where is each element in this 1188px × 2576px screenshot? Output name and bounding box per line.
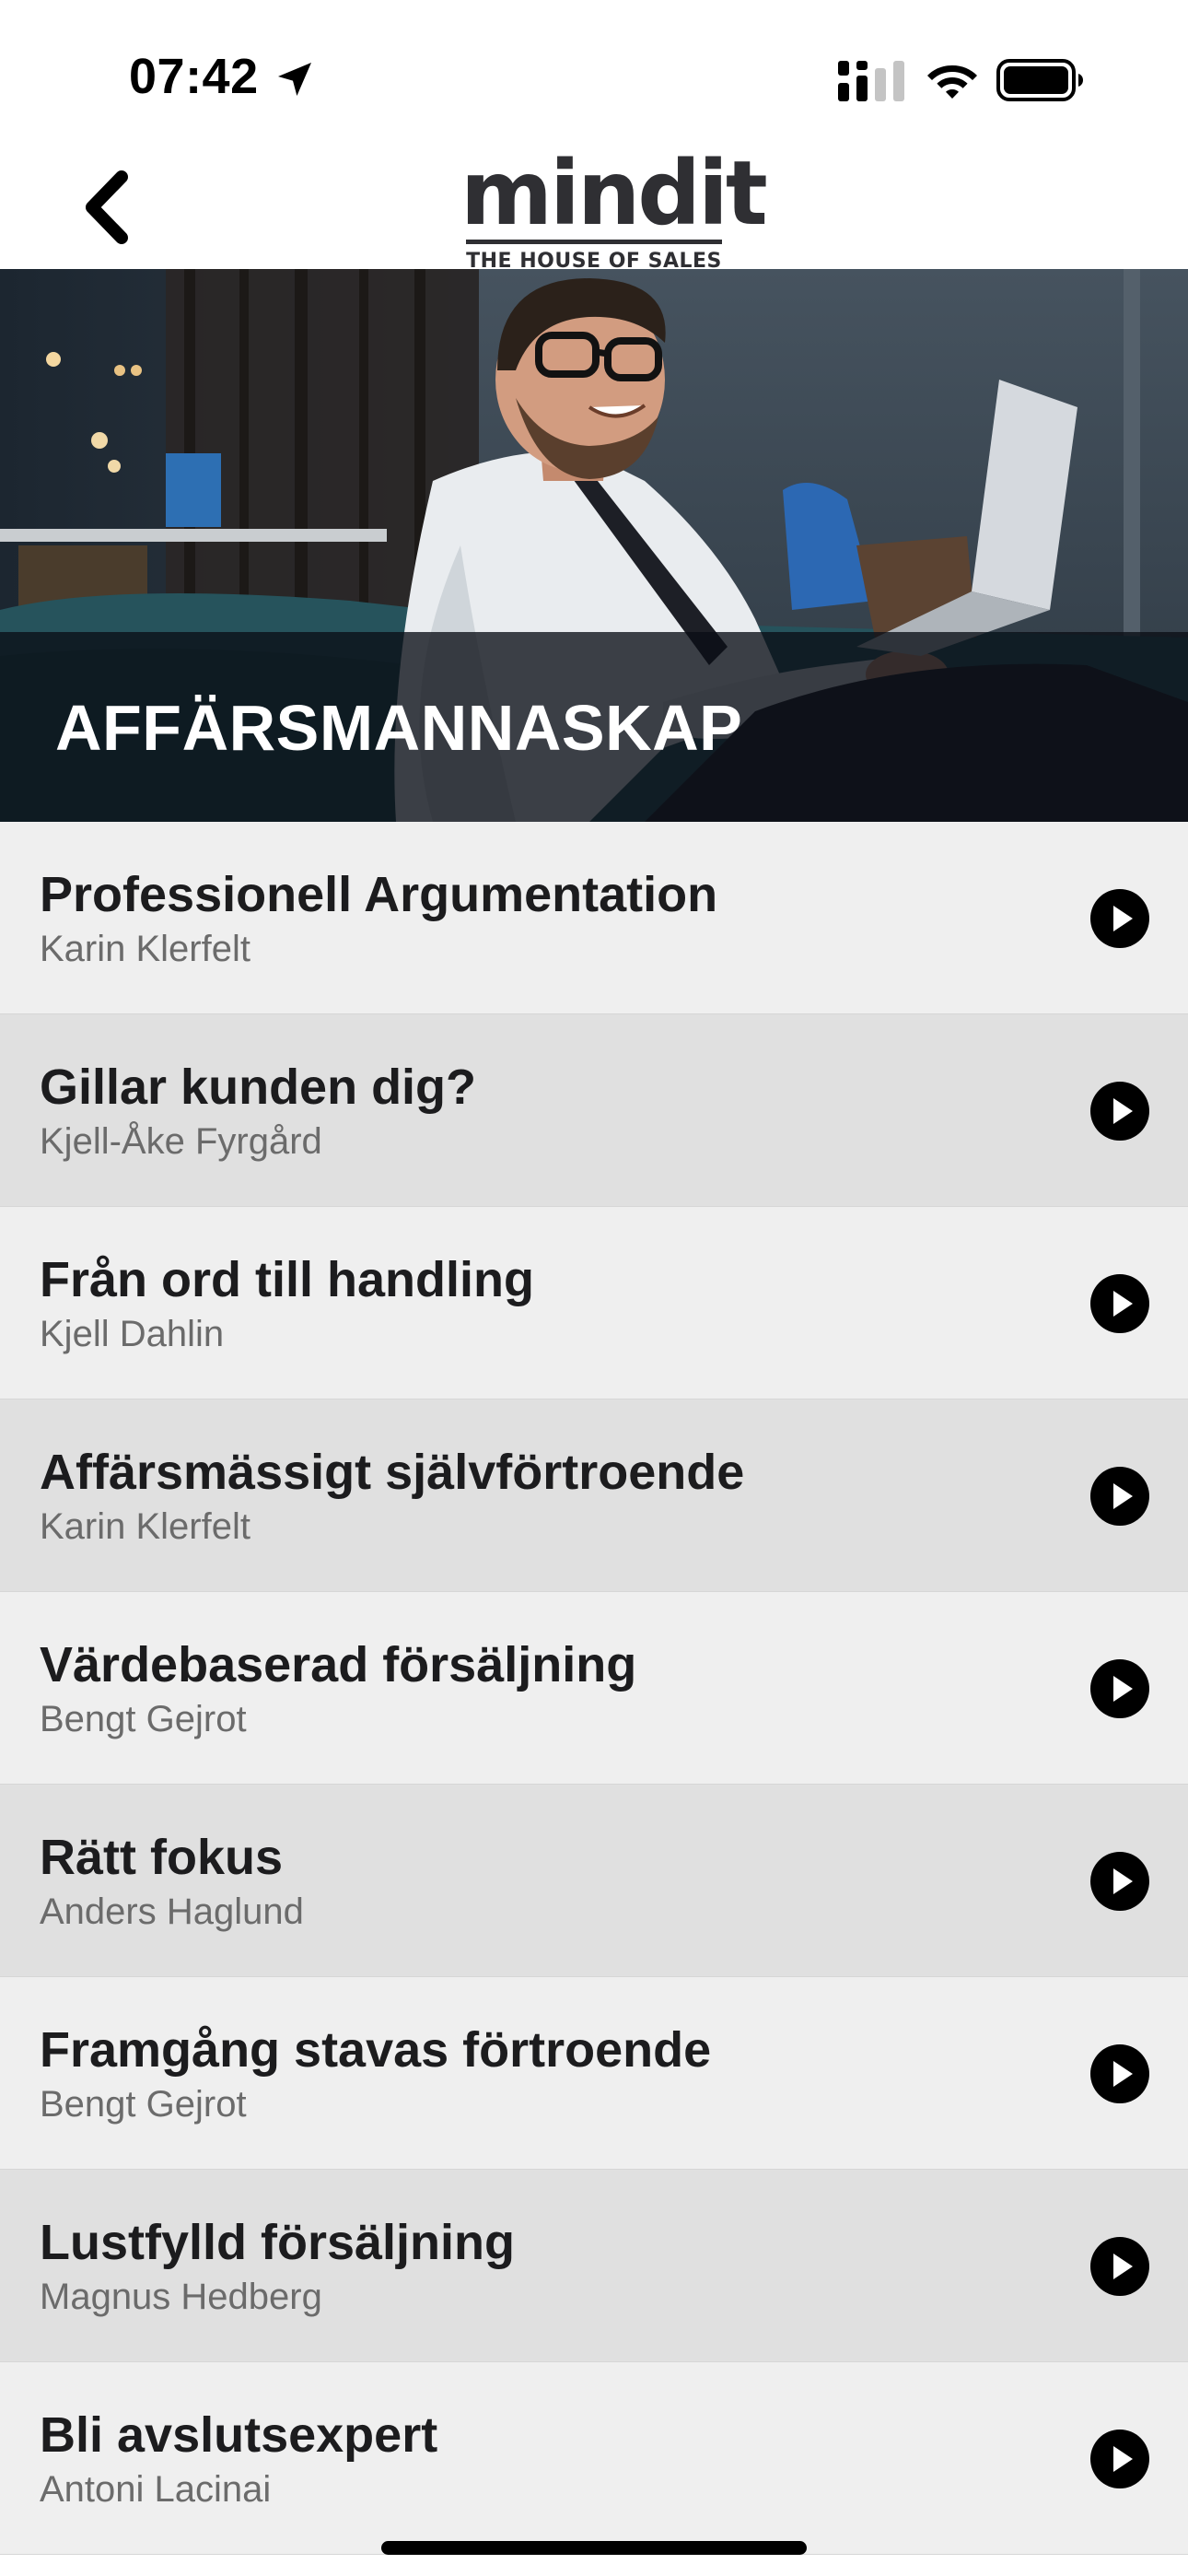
course-row[interactable]: Från ord till handling Kjell Dahlin [0, 1207, 1188, 1399]
back-button[interactable] [74, 166, 147, 249]
location-arrow-icon [278, 63, 311, 96]
course-row[interactable]: Professionell Argumentation Karin Klerfe… [0, 822, 1188, 1014]
course-list: Professionell Argumentation Karin Klerfe… [0, 822, 1188, 2555]
battery-icon [996, 59, 1083, 101]
course-row[interactable]: Affärsmässigt självförtroende Karin Kler… [0, 1399, 1188, 1592]
course-row[interactable]: Bli avslutsexpert Antoni Lacinai [0, 2362, 1188, 2555]
course-title: Lustfylld försäljning [40, 2215, 516, 2270]
course-title: Rätt fokus [40, 1830, 284, 1885]
course-author: Magnus Hedberg [40, 2277, 322, 2317]
course-title: Framgång stavas förtroende [40, 2022, 712, 2078]
course-row[interactable]: Framgång stavas förtroende Bengt Gejrot [0, 1977, 1188, 2170]
play-icon[interactable] [1090, 1659, 1149, 1718]
play-icon[interactable] [1090, 1082, 1149, 1141]
course-title: Bli avslutsexpert [40, 2407, 438, 2463]
course-title: Affärsmässigt självförtroende [40, 1445, 745, 1500]
play-icon[interactable] [1090, 1852, 1149, 1911]
course-author: Antoni Lacinai [40, 2469, 272, 2510]
course-title: Från ord till handling [40, 1252, 534, 1307]
course-author: Anders Haglund [40, 1891, 304, 1932]
course-row[interactable]: Värdebaserad försäljning Bengt Gejrot [0, 1592, 1188, 1785]
play-icon[interactable] [1090, 889, 1149, 948]
category-hero-banner: AFFÄRSMANNASKAP [0, 269, 1188, 822]
course-author: Kjell-Åke Fyrgård [40, 1121, 322, 1162]
course-title: Professionell Argumentation [40, 867, 718, 922]
category-title: AFFÄRSMANNASKAP [55, 692, 743, 764]
logo-wordmark: mindit [460, 142, 768, 245]
app-logo: mindit THE HOUSE OF SALES [460, 142, 768, 273]
home-indicator[interactable] [381, 2541, 807, 2555]
status-time: 07:42 [129, 49, 259, 104]
status-bar: 07:42 [0, 0, 1188, 138]
course-row[interactable]: Rätt fokus Anders Haglund [0, 1785, 1188, 1977]
logo-tagline: THE HOUSE OF SALES [466, 240, 722, 273]
course-author: Bengt Gejrot [40, 2084, 247, 2125]
wifi-icon [927, 65, 977, 99]
course-author: Karin Klerfelt [40, 929, 250, 969]
course-row[interactable]: Lustfylld försäljning Magnus Hedberg [0, 2170, 1188, 2362]
course-row[interactable]: Gillar kunden dig? Kjell-Åke Fyrgård [0, 1014, 1188, 1207]
play-icon[interactable] [1090, 2044, 1149, 2103]
nav-bar: mindit THE HOUSE OF SALES [0, 138, 1188, 273]
cellular-signal-icon [838, 61, 904, 101]
play-icon[interactable] [1090, 2237, 1149, 2296]
course-author: Kjell Dahlin [40, 1314, 225, 1354]
play-icon[interactable] [1090, 2430, 1149, 2488]
course-author: Bengt Gejrot [40, 1699, 247, 1739]
course-title: Värdebaserad försäljning [40, 1637, 637, 1692]
course-author: Karin Klerfelt [40, 1506, 250, 1547]
play-icon[interactable] [1090, 1467, 1149, 1526]
course-title: Gillar kunden dig? [40, 1060, 477, 1115]
play-icon[interactable] [1090, 1274, 1149, 1333]
